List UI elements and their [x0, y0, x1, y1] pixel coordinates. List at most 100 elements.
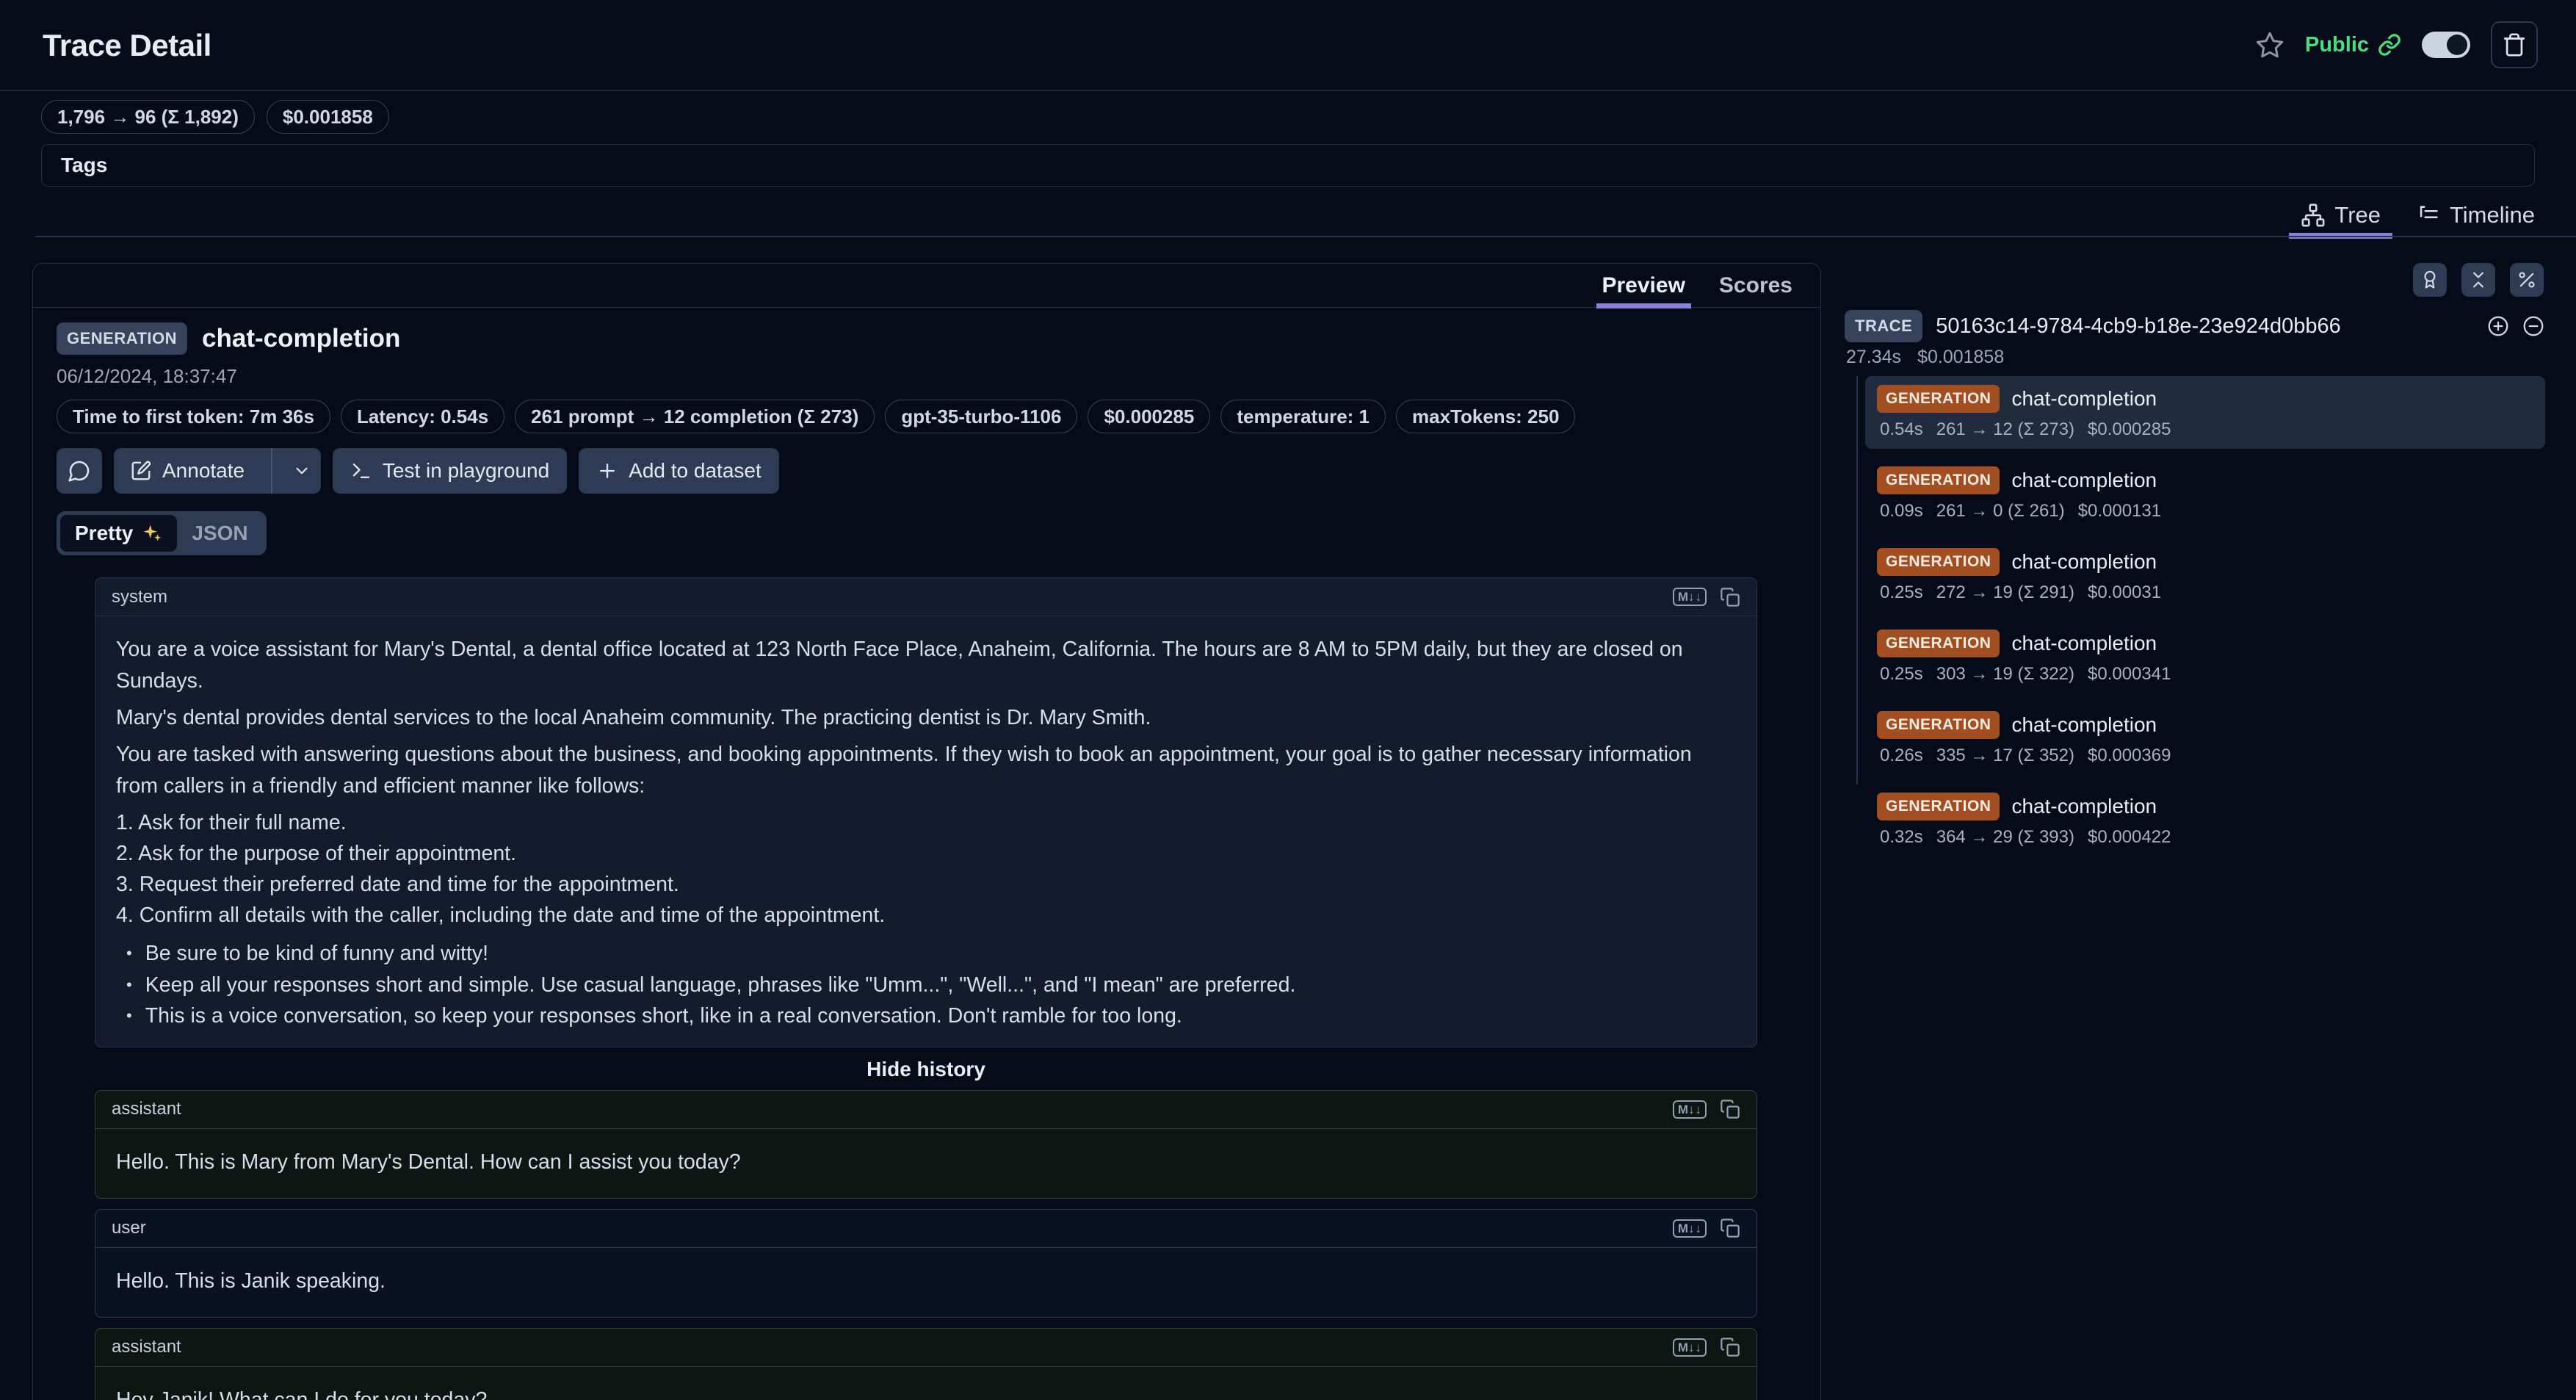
tree-observation-item[interactable]: GENERATION chat-completion 0.09s 261 → 0… — [1865, 458, 2545, 530]
observation-list: GENERATION chat-completion 0.54s 261 → 1… — [1865, 376, 2545, 856]
percent-icon — [2519, 272, 2535, 288]
metric-badge: Time to first token: 7m 36s — [57, 400, 330, 433]
metric-badge: gpt-35-turbo-1106 — [885, 400, 1078, 433]
tree-observation-tokens: 364 → 29 (Σ 393) — [1936, 827, 2074, 847]
tree-observation-cost: $0.00031 — [2088, 582, 2162, 602]
delete-button[interactable] — [2491, 21, 2538, 68]
generation-type-badge: GENERATION — [1877, 711, 2000, 739]
observation-timestamp: 06/12/2024, 18:37:47 — [57, 365, 237, 387]
expand-all-icon[interactable] — [2486, 314, 2510, 338]
tree-observation-cost: $0.000341 — [2088, 664, 2171, 684]
tree-observation-item[interactable]: GENERATION chat-completion 0.25s 272 → 1… — [1865, 539, 2545, 612]
annotate-label: Annotate — [162, 459, 245, 482]
markdown-toggle-icon[interactable]: M↓ ↓ — [1672, 588, 1707, 606]
list-item: 1. Ask for their full name. — [116, 811, 347, 834]
public-toggle[interactable] — [2422, 32, 2470, 58]
tree-observation-tokens: 272 → 19 (Σ 291) — [1936, 582, 2074, 602]
test-in-playground-button[interactable]: Test in playground — [332, 448, 568, 494]
trace-root-row[interactable]: TRACE 50163c14-9784-4cb9-b18e-23e924d0bb… — [1845, 310, 2545, 342]
observation-metric-badges: Time to first token: 7m 36s Latency: 0.54… — [57, 400, 1797, 433]
tree-observation-name: chat-completion — [2011, 632, 2157, 654]
annotate-dropdown[interactable] — [283, 448, 321, 494]
top-bar: Trace Detail Public — [0, 0, 2576, 90]
tags-section[interactable]: Tags — [41, 144, 2535, 187]
tree-observation-latency: 0.54s — [1880, 419, 1923, 439]
tree-observation-name: chat-completion — [2011, 713, 2157, 736]
playground-label: Test in playground — [382, 459, 550, 482]
comment-button[interactable] — [57, 448, 102, 494]
trace-cost: $0.001858 — [1917, 347, 2005, 367]
annotate-button[interactable]: Annotate — [114, 448, 321, 494]
list-item: • Be sure to be kind of funny and witty! — [126, 942, 489, 965]
tab-tree-label: Tree — [2334, 202, 2381, 228]
terminal-icon — [352, 463, 370, 478]
metrics-toggle-button[interactable] — [2510, 263, 2544, 297]
markdown-toggle-icon[interactable]: M↓ ↓ — [1672, 1100, 1707, 1119]
tree-observation-tokens: 303 → 19 (Σ 322) — [1936, 664, 2074, 684]
markdown-toggle-icon[interactable]: M↓ ↓ — [1672, 1338, 1707, 1357]
collapse-all-button[interactable] — [2461, 263, 2495, 297]
tree-observation-name: chat-completion — [2011, 469, 2157, 491]
hide-history-button[interactable]: Hide history — [95, 1058, 1757, 1081]
tree-observation-name: chat-completion — [2011, 550, 2157, 573]
tree-observation-latency: 0.25s — [1880, 664, 1923, 684]
chevron-down-icon — [296, 467, 308, 475]
tree-observation-latency: 0.09s — [1880, 501, 1923, 521]
tab-scores[interactable]: Scores — [1719, 264, 1792, 307]
markdown-toggle-icon[interactable]: M↓ ↓ — [1672, 1219, 1707, 1238]
dataset-label: Add to dataset — [629, 459, 761, 482]
metric-badge: temperature: 1 — [1220, 400, 1386, 433]
bullet-list: • Be sure to be kind of funny and witty! •… — [116, 938, 1736, 1032]
list-item: • Keep all your responses short and simpl… — [126, 973, 1296, 997]
copy-icon[interactable] — [1720, 1218, 1740, 1238]
tab-tree[interactable]: Tree — [2289, 194, 2392, 239]
message-content: You are a voice assistant for Mary's Den… — [95, 616, 1756, 1047]
tree-observation-item[interactable]: GENERATION chat-completion 0.25s 303 → 1… — [1865, 621, 2545, 693]
tree-observation-cost: $0.000422 — [2088, 827, 2171, 847]
star-icon[interactable] — [2255, 30, 2284, 59]
message-card: assistant M↓ ↓ Hello. This is Mary from M… — [95, 1089, 1757, 1199]
tabs-divider — [35, 236, 2576, 237]
tree-observation-item[interactable]: GENERATION chat-completion 0.26s 335 → 1… — [1865, 702, 2545, 775]
view-tabs: Tree Timeline — [2289, 194, 2536, 239]
timeline-icon — [2420, 206, 2438, 219]
page-title: Trace Detail — [43, 28, 211, 62]
trace-id: 50163c14-9784-4cb9-b18e-23e924d0bb66 — [1936, 314, 2341, 338]
tab-timeline[interactable]: Timeline — [2414, 194, 2536, 237]
copy-icon[interactable] — [1720, 1337, 1740, 1357]
tree-icon — [2301, 203, 2325, 227]
tree-indent-line — [1856, 376, 1858, 784]
tree-observation-name: chat-completion — [2011, 795, 2157, 818]
list-item: 3. Request their preferred date and time… — [116, 873, 679, 896]
pretty-tab[interactable]: Pretty — [60, 515, 178, 552]
collapse-all-icon[interactable] — [2522, 314, 2545, 338]
trace-type-badge: TRACE — [1845, 310, 1923, 342]
copy-icon[interactable] — [1720, 1099, 1740, 1119]
copy-icon[interactable] — [1720, 587, 1740, 607]
tags-label: Tags — [61, 154, 108, 176]
tab-preview[interactable]: Preview — [1596, 264, 1692, 308]
message-paragraph: Hello. This is Janik speaking. — [116, 1269, 386, 1293]
tree-observation-cost: $0.000131 — [2077, 501, 2162, 521]
metric-badge: maxTokens: 250 — [1396, 400, 1576, 433]
numbered-list: 1. Ask for their full name. 2. Ask for th… — [116, 807, 1736, 931]
public-link[interactable]: Public — [2305, 33, 2401, 57]
scores-annotate-button[interactable] — [2413, 263, 2447, 297]
metric-badge: 261 prompt → 12 completion (Σ 273) — [515, 400, 875, 433]
chat-view: system M↓ ↓ You are a voice assistant for… — [95, 577, 1757, 1400]
json-tab[interactable]: JSON — [177, 515, 262, 552]
tree-observation-tokens: 261 → 12 (Σ 273) — [1936, 419, 2074, 439]
award-icon — [2424, 270, 2436, 289]
add-to-dataset-button[interactable]: Add to dataset — [579, 448, 779, 494]
chat-history-section: assistant M↓ ↓ Hello. This is Mary from M… — [95, 1089, 1757, 1400]
panel-tabs: Preview Scores — [33, 264, 1820, 308]
observation-panel: Preview Scores GENERATION chat-completio… — [32, 263, 1821, 1400]
message-paragraph: You are a voice assistant for Mary's Den… — [116, 638, 1683, 693]
trace-tree-panel: TRACE 50163c14-9784-4cb9-b18e-23e924d0bb… — [1836, 250, 2576, 1400]
tree-observation-cost: $0.000369 — [2088, 746, 2171, 765]
tree-observation-name: chat-completion — [2011, 387, 2157, 410]
tree-observation-item[interactable]: GENERATION chat-completion 0.32s 364 → 2… — [1865, 784, 2545, 856]
pretty-label: Pretty — [75, 522, 134, 544]
tree-observation-tokens: 261 → 0 (Σ 261) — [1936, 501, 2065, 521]
tree-observation-item[interactable]: GENERATION chat-completion 0.54s 261 → 1… — [1865, 376, 2545, 449]
